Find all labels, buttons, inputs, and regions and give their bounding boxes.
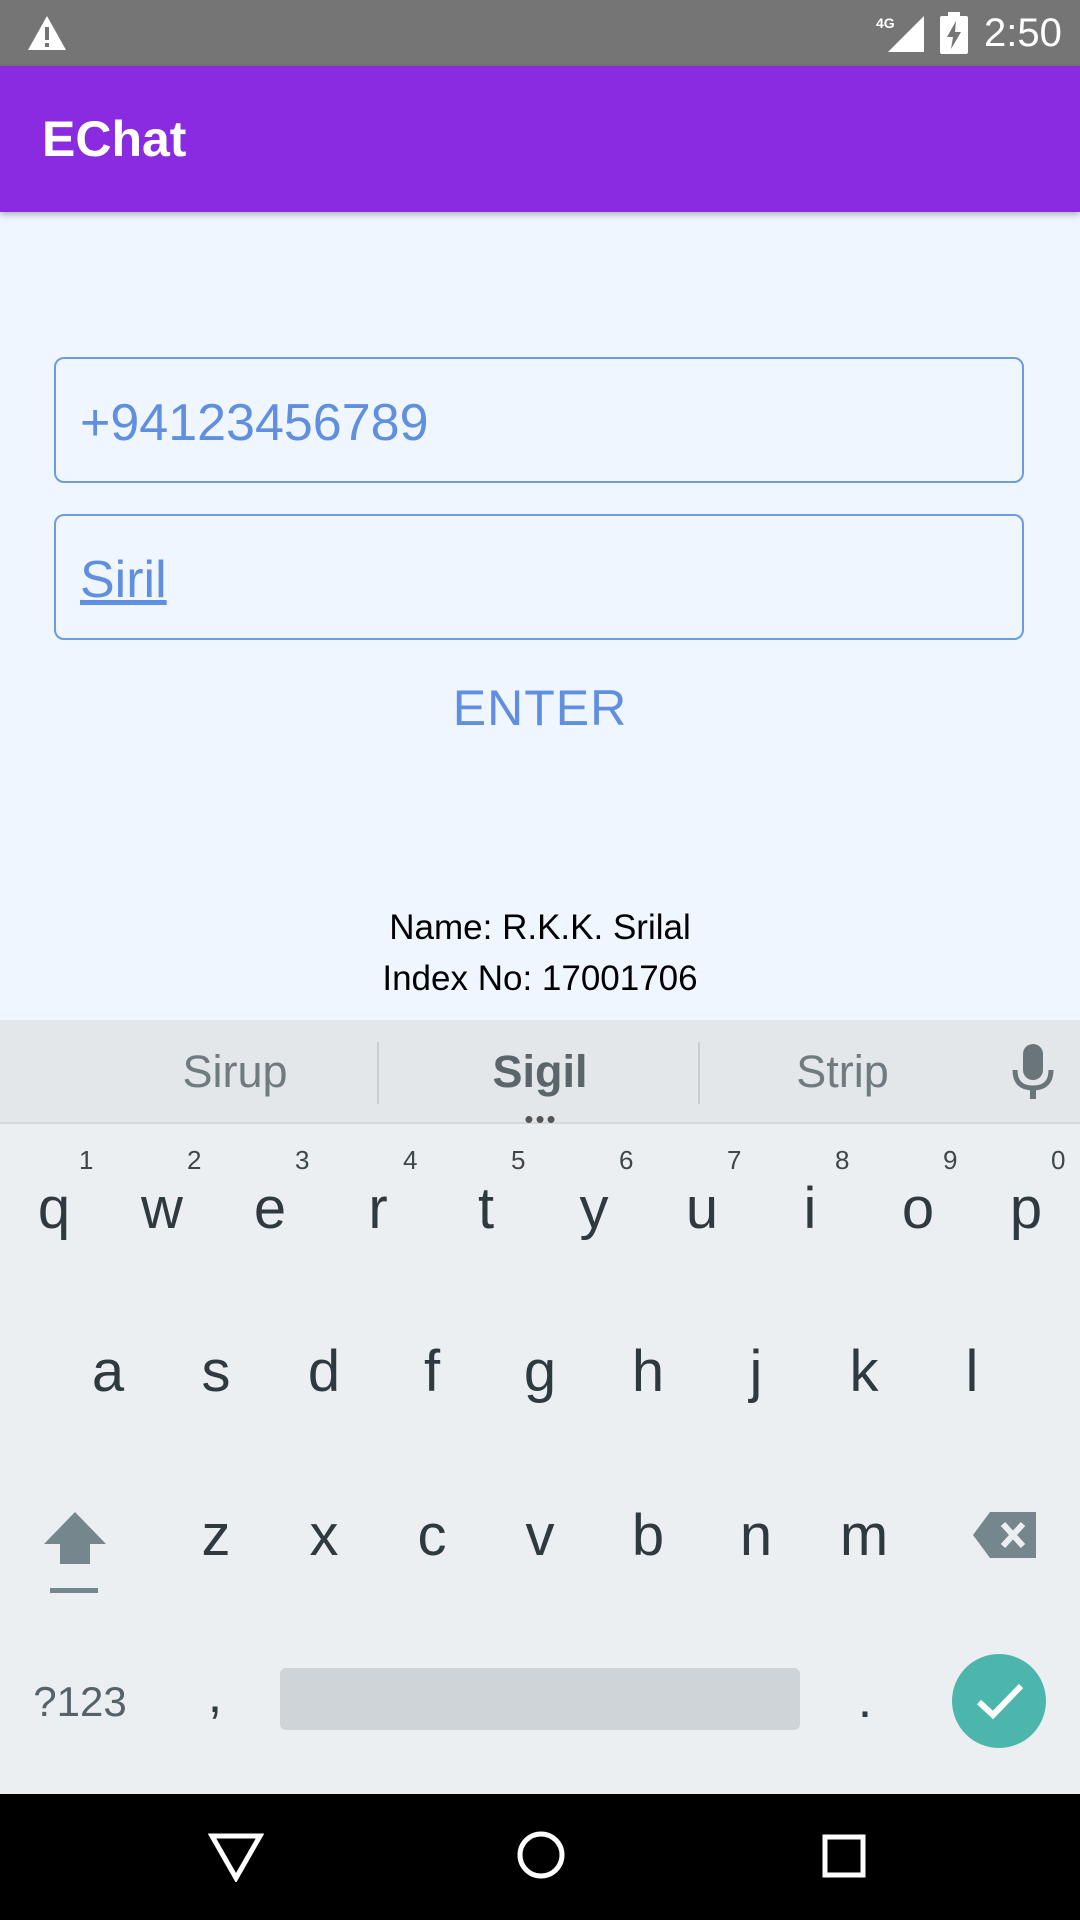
- backspace-icon[interactable]: [972, 1510, 1038, 1560]
- key-y[interactable]: y: [540, 1175, 648, 1275]
- clock-time: 2:50: [984, 11, 1062, 55]
- suggestion-strip: Sirup Sigil ••• Strip: [0, 1020, 1080, 1134]
- name-value: Siril: [80, 551, 167, 609]
- key-f[interactable]: f: [378, 1338, 486, 1438]
- key-v[interactable]: v: [486, 1502, 594, 1602]
- key-hint: 7: [727, 1145, 742, 1175]
- signal-4g-icon: 4G: [876, 15, 924, 52]
- key-d[interactable]: d: [270, 1338, 378, 1438]
- home-icon[interactable]: [516, 1830, 566, 1880]
- network-type-label: 4G: [876, 15, 895, 31]
- key-n[interactable]: n: [702, 1502, 810, 1602]
- key-hint: 5: [511, 1145, 526, 1175]
- key-hint: 6: [619, 1145, 634, 1175]
- shift-icon[interactable]: [42, 1508, 108, 1598]
- back-icon[interactable]: [208, 1832, 264, 1882]
- symbols-key[interactable]: ?123: [20, 1672, 140, 1732]
- space-bar[interactable]: [280, 1668, 800, 1730]
- more-suggestions-dots: •••: [524, 1104, 558, 1134]
- phone-number-value: +94123456789: [80, 394, 429, 452]
- key-hint: 8: [835, 1145, 850, 1175]
- key-w[interactable]: w: [108, 1175, 216, 1275]
- key-t[interactable]: t: [432, 1175, 540, 1275]
- warning-icon: [28, 16, 66, 50]
- key-hint: 9: [943, 1145, 958, 1175]
- key-q[interactable]: q: [0, 1175, 108, 1275]
- key-hint: 0: [1051, 1145, 1066, 1175]
- key-hint: 1: [79, 1145, 94, 1175]
- key-p[interactable]: p: [972, 1175, 1080, 1275]
- index-number-text: Index No: 17001706: [382, 959, 698, 998]
- checkmark-icon: [976, 1683, 1024, 1720]
- key-u[interactable]: u: [648, 1175, 756, 1275]
- name-field[interactable]: Siril: [54, 514, 1024, 640]
- app-title: EChat: [42, 111, 187, 167]
- suggestion-divider: [698, 1042, 700, 1104]
- key-s[interactable]: s: [162, 1338, 270, 1438]
- suggestion-1[interactable]: Sirup: [140, 1042, 330, 1102]
- key-hint: 4: [403, 1145, 418, 1175]
- key-h[interactable]: h: [594, 1338, 702, 1438]
- key-b[interactable]: b: [594, 1502, 702, 1602]
- key-e[interactable]: e: [216, 1175, 324, 1275]
- key-l[interactable]: l: [918, 1338, 1026, 1438]
- key-o[interactable]: o: [864, 1175, 972, 1275]
- status-bar: 4G 2:50: [0, 0, 1080, 66]
- suggestion-divider: [377, 1042, 379, 1104]
- phone-number-field[interactable]: +94123456789: [54, 357, 1024, 483]
- microphone-icon[interactable]: [1008, 1044, 1058, 1102]
- key-j[interactable]: j: [702, 1338, 810, 1438]
- key-hint: 3: [295, 1145, 310, 1175]
- key-hint: 2: [187, 1145, 202, 1175]
- key-r[interactable]: r: [324, 1175, 432, 1275]
- navigation-bar: [0, 1794, 1080, 1920]
- key-z[interactable]: z: [162, 1502, 270, 1602]
- comma-key[interactable]: ,: [165, 1660, 265, 1740]
- key-g[interactable]: g: [486, 1338, 594, 1438]
- suggestion-2[interactable]: Sigil: [440, 1042, 640, 1102]
- period-key[interactable]: .: [815, 1660, 915, 1740]
- suggestion-3[interactable]: Strip: [745, 1042, 940, 1102]
- key-m[interactable]: m: [810, 1502, 918, 1602]
- key-a[interactable]: a: [54, 1338, 162, 1438]
- enter-button[interactable]: ENTER: [340, 676, 740, 740]
- app-bar: EChat: [0, 66, 1080, 212]
- student-name-text: Name: R.K.K. Srilal: [389, 908, 691, 947]
- recents-icon[interactable]: [822, 1834, 866, 1878]
- battery-charging-icon: [940, 12, 968, 54]
- key-i[interactable]: i: [756, 1175, 864, 1275]
- key-x[interactable]: x: [270, 1502, 378, 1602]
- key-c[interactable]: c: [378, 1502, 486, 1602]
- done-key[interactable]: [952, 1654, 1046, 1748]
- key-k[interactable]: k: [810, 1338, 918, 1438]
